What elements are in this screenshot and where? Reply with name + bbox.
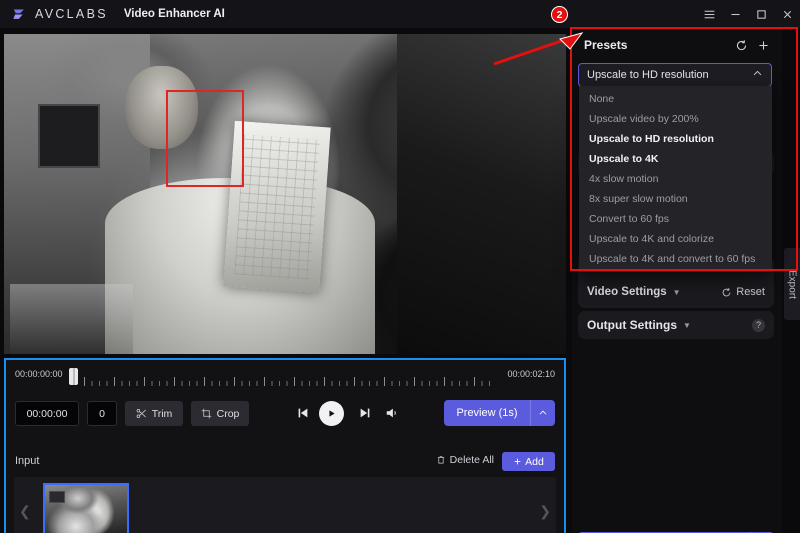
output-settings-label: Output Settings xyxy=(587,318,677,332)
preset-option[interactable]: 4x slow motion xyxy=(579,169,772,189)
presets-title: Presets xyxy=(584,38,628,52)
timeline-end-timecode: 00:00:02:10 xyxy=(507,369,555,379)
preset-dropdown-list[interactable]: None Upscale video by 200% Upscale to HD… xyxy=(579,86,772,272)
plus-icon xyxy=(514,458,521,465)
avclabs-logo-icon xyxy=(13,9,24,19)
input-thumbnail-image xyxy=(45,485,127,533)
help-icon[interactable]: ? xyxy=(752,318,765,332)
timeline-major-ticks xyxy=(84,374,492,386)
app-window: AVCLABS Video Enhancer AI 00:00:00:00 00… xyxy=(0,0,800,533)
video-frame-foreground-objects xyxy=(9,283,134,354)
video-frame xyxy=(4,34,566,354)
export-rail-label: Export xyxy=(786,269,798,299)
input-header: Input Delete All Add xyxy=(6,448,564,475)
preview-options-caret[interactable] xyxy=(530,400,555,426)
right-sidebar: Presets V F Video Settings ▼ xyxy=(572,28,782,533)
video-settings-label: Video Settings xyxy=(587,286,667,298)
close-icon[interactable] xyxy=(774,0,800,28)
delete-all-label: Delete All xyxy=(449,454,494,466)
video-frame-wall-picture xyxy=(37,104,100,169)
current-timecode-field[interactable]: 00:00:00 xyxy=(15,401,79,426)
preset-option[interactable]: None xyxy=(579,89,772,109)
maximize-icon[interactable] xyxy=(748,0,774,28)
video-frame-dark-right xyxy=(397,34,566,354)
chevron-down-icon[interactable]: ▼ xyxy=(673,288,681,297)
volume-icon[interactable] xyxy=(382,403,402,423)
trash-icon xyxy=(437,456,444,464)
delete-all-button[interactable]: Delete All xyxy=(436,454,494,466)
skip-previous-icon[interactable] xyxy=(294,403,312,423)
crop-button[interactable]: Crop xyxy=(191,401,249,426)
hamburger-menu-icon[interactable] xyxy=(696,0,722,28)
input-thumbnail-item[interactable] xyxy=(43,483,129,533)
transport-controls: 00:00:00 0 Trim Crop Preview (1s) xyxy=(6,394,564,440)
preview-button[interactable]: Preview (1s) xyxy=(444,400,530,426)
reset-icon xyxy=(722,287,731,296)
chevron-up-icon xyxy=(752,68,763,82)
reset-button[interactable]: Reset xyxy=(721,286,765,298)
preset-option[interactable]: Upscale to 4K xyxy=(579,149,772,169)
crop-icon xyxy=(201,408,211,419)
annotation-arrow-icon xyxy=(493,32,584,66)
scissors-icon xyxy=(136,408,146,419)
refresh-icon[interactable] xyxy=(730,34,752,56)
video-preview[interactable] xyxy=(4,34,566,354)
input-thumbnail-strip: ❮ ❯ xyxy=(14,477,556,533)
face-detection-box xyxy=(166,90,244,187)
strip-next-chevron-right-icon[interactable]: ❯ xyxy=(539,503,551,520)
reset-label: Reset xyxy=(736,286,765,298)
output-settings-section[interactable]: Output Settings ▼ ? xyxy=(578,311,774,339)
app-subtitle: Video Enhancer AI xyxy=(123,8,225,20)
brand-name: AVCLABS xyxy=(35,7,108,21)
thumbnail-wall-picture xyxy=(49,491,65,503)
trim-label: Trim xyxy=(151,407,173,420)
title-bar: AVCLABS Video Enhancer AI xyxy=(0,0,800,28)
preset-select-value: Upscale to HD resolution xyxy=(587,69,709,81)
preset-option[interactable]: Upscale to HD resolution xyxy=(579,129,772,149)
export-rail-tab[interactable]: Export xyxy=(784,248,800,320)
presets-header: Presets xyxy=(578,32,774,58)
timeline-ruler[interactable]: 00:00:00:00 00:00:02:10 xyxy=(6,360,564,392)
frame-number-field[interactable]: 0 xyxy=(87,401,117,426)
crop-label: Crop xyxy=(216,407,240,420)
preset-option[interactable]: Convert to 60 fps xyxy=(579,209,772,229)
preset-option[interactable]: Upscale to 4K and convert to 60 fps xyxy=(579,249,772,269)
preset-option[interactable]: Upscale to 4K and colorize xyxy=(579,229,772,249)
plus-icon[interactable] xyxy=(752,34,774,56)
video-settings-section[interactable]: Video Settings ▼ Reset xyxy=(578,276,774,308)
preset-select[interactable]: Upscale to HD resolution xyxy=(578,63,772,87)
add-label: Add xyxy=(525,455,544,468)
play-icon[interactable] xyxy=(319,401,344,426)
add-button[interactable]: Add xyxy=(502,452,555,471)
annotation-badge-2: 2 xyxy=(551,6,568,23)
minimize-icon[interactable] xyxy=(722,0,748,28)
timeline-playhead[interactable] xyxy=(69,368,78,385)
timeline-panel: 00:00:00:00 00:00:02:10 00:00:00 0 Trim xyxy=(4,358,566,448)
trim-button[interactable]: Trim xyxy=(125,401,183,426)
strip-prev-chevron-left-icon[interactable]: ❮ xyxy=(19,503,31,520)
output-settings-chevron-down-icon[interactable]: ▼ xyxy=(683,321,691,330)
preset-option[interactable]: 8x super slow motion xyxy=(579,189,772,209)
input-panel: Input Delete All Add ❮ ❯ xyxy=(4,448,566,533)
skip-next-icon[interactable] xyxy=(356,403,374,423)
left-column: 1 00:00:00:00 00:00:02:10 00:00:00 0 xyxy=(0,28,570,533)
input-label: Input xyxy=(15,455,40,467)
chevron-up-icon xyxy=(539,410,547,415)
timeline-start-timecode: 00:00:00:00 xyxy=(15,369,63,379)
preset-option[interactable]: Upscale video by 200% xyxy=(579,109,772,129)
